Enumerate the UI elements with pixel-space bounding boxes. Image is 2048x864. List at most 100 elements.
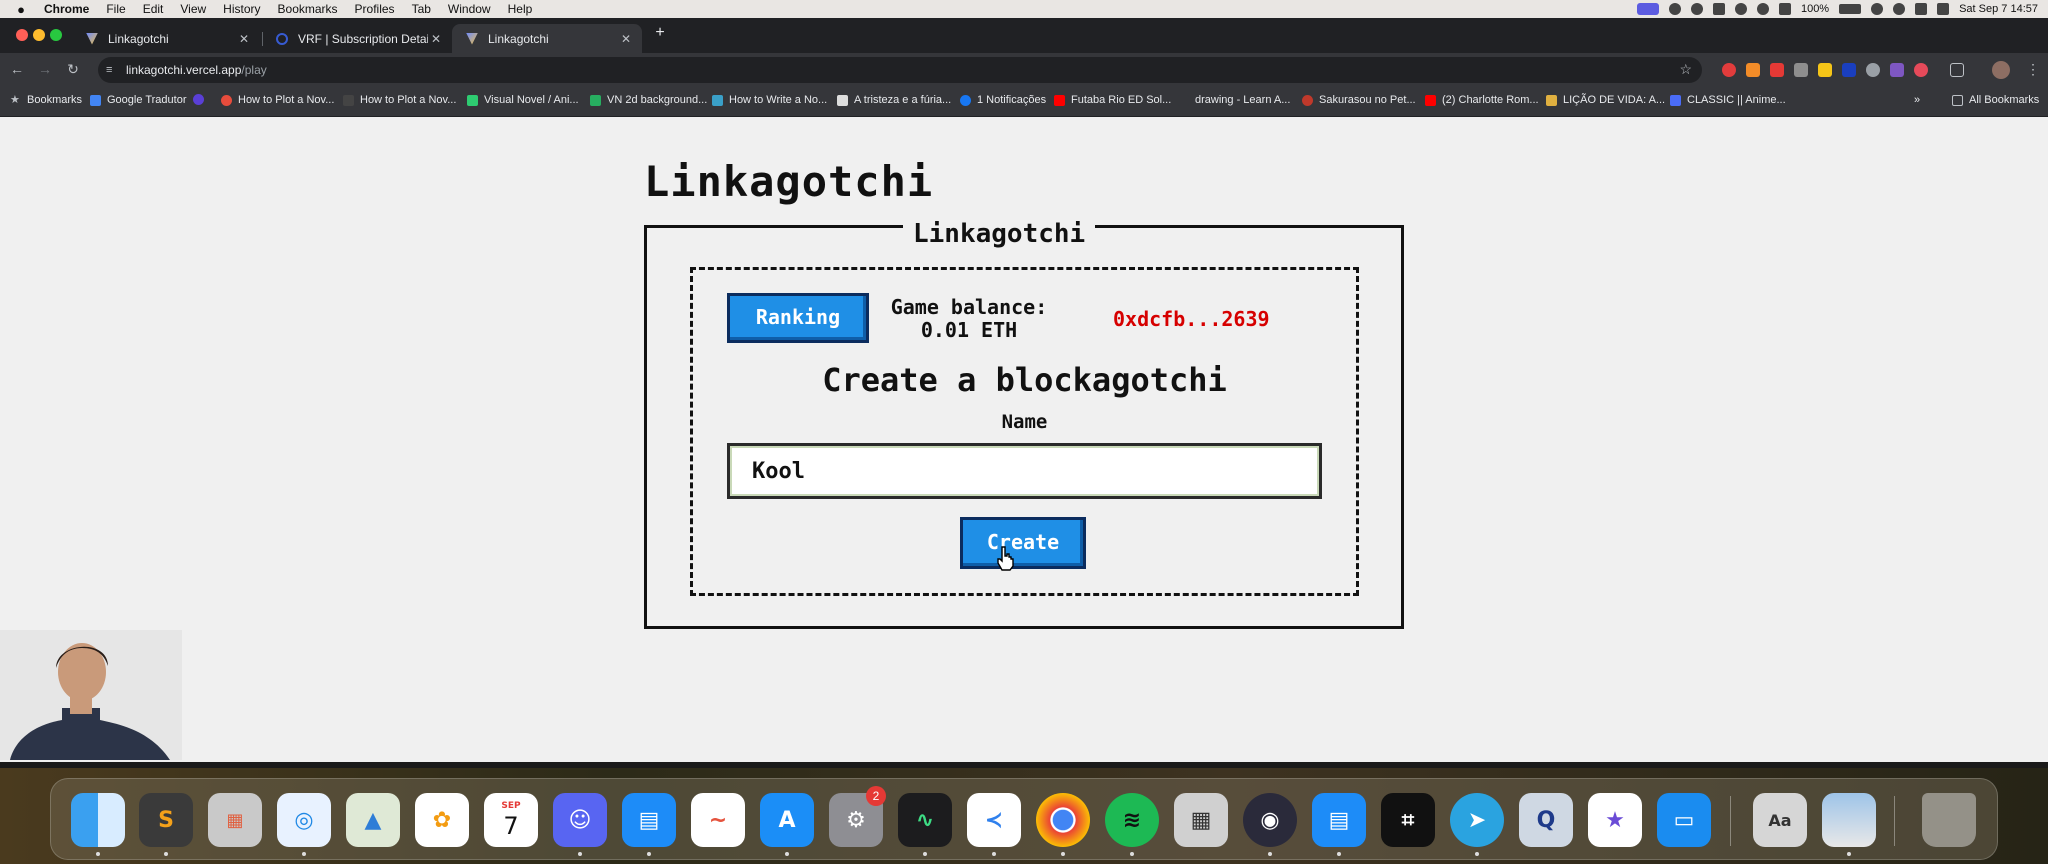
bookmark-item[interactable]: How to Plot a Nov... (221, 94, 334, 106)
bookmark-item[interactable]: Google Tradutor (90, 94, 187, 106)
chrome-icon[interactable] (1036, 793, 1090, 847)
create-button[interactable]: Create (960, 517, 1086, 569)
extension-blue-icon[interactable] (1842, 63, 1856, 77)
spotlight-icon[interactable] (1893, 3, 1906, 15)
launchpad-icon[interactable]: ▦ (208, 793, 262, 847)
maps-icon[interactable]: ▲ (346, 793, 400, 847)
chrome-menu-icon[interactable]: ⋮ (2024, 61, 2042, 78)
menu-window[interactable]: Window (448, 2, 491, 16)
trash-icon[interactable] (1922, 793, 1976, 847)
bookmark-star-icon[interactable]: ☆ (1679, 61, 1692, 78)
activity-monitor-icon[interactable]: ∿ (898, 793, 952, 847)
extension-gray-icon[interactable] (1794, 63, 1808, 77)
zoom-window-icon[interactable] (50, 29, 62, 41)
input-source-icon[interactable] (1778, 3, 1791, 15)
apple-menu-icon[interactable]: ● (14, 2, 28, 17)
sublime-text-icon[interactable]: S (139, 793, 193, 847)
extension-adblock-icon[interactable] (1722, 63, 1736, 77)
bookmark-item[interactable]: drawing - Learn A... (1178, 94, 1290, 106)
menu-clock[interactable]: Sat Sep 7 14:57 (1959, 3, 2038, 15)
bookmark-item[interactable]: LIÇÃO DE VIDA: A... (1546, 94, 1665, 106)
play-icon[interactable] (1734, 3, 1747, 15)
finder-icon[interactable] (71, 793, 125, 847)
quicktime-icon[interactable]: Q (1519, 793, 1573, 847)
wifi-icon[interactable] (1871, 3, 1884, 15)
grammarly-icon[interactable] (1690, 3, 1703, 15)
control-center-icon[interactable] (1915, 3, 1928, 15)
tab-linkagotchi-active[interactable]: Linkagotchi ✕ (452, 24, 642, 53)
obs-icon[interactable]: ◉ (1243, 793, 1297, 847)
bookmark-item[interactable]: Futaba Rio ED Sol... (1054, 94, 1171, 106)
menu-help[interactable]: Help (508, 2, 533, 16)
profile-avatar[interactable] (1992, 61, 2010, 79)
menu-edit[interactable]: Edit (143, 2, 164, 16)
docker-desktop-icon[interactable]: ▤ (1312, 793, 1366, 847)
extensions-puzzle-icon[interactable] (1950, 63, 1964, 77)
photos-icon[interactable]: ✿ (415, 793, 469, 847)
extension-red-icon[interactable] (1770, 63, 1784, 77)
bookmark-item[interactable]: VN 2d background... (590, 94, 707, 106)
imovie-icon[interactable]: ★ (1588, 793, 1642, 847)
close-window-icon[interactable] (16, 29, 28, 41)
more-bookmarks-icon[interactable]: » (1914, 94, 1920, 106)
menu-tab[interactable]: Tab (412, 2, 431, 16)
close-tab-icon[interactable]: ✕ (618, 32, 634, 46)
calculator-icon[interactable]: ▦ (1174, 793, 1228, 847)
menu-profiles[interactable]: Profiles (355, 2, 395, 16)
notification-icon[interactable] (1937, 3, 1950, 15)
extension-pink-icon[interactable] (1914, 63, 1928, 77)
tab-linkagotchi-1[interactable]: Linkagotchi ✕ (72, 24, 260, 53)
bookmark-item[interactable]: 1 Notificações (960, 94, 1046, 106)
site-info-icon[interactable]: ≡ (106, 64, 118, 76)
ranking-button[interactable]: Ranking (727, 293, 869, 343)
bookmark-item[interactable]: CLASSIC || Anime... (1670, 94, 1786, 106)
volume-icon[interactable] (1712, 3, 1725, 15)
keynote-icon[interactable]: ▭ (1657, 793, 1711, 847)
menu-file[interactable]: File (106, 2, 125, 16)
screenshot-icon[interactable]: ⌗ (1381, 793, 1435, 847)
bookmark-item[interactable]: Sakurasou no Pet... (1302, 94, 1416, 106)
spotify-icon[interactable]: ≋ (1105, 793, 1159, 847)
bookmark-item[interactable] (193, 94, 210, 105)
bookmark-item[interactable]: How to Plot a Nov... (343, 94, 456, 106)
screen-share-icon[interactable] (1636, 3, 1659, 15)
preview-icon[interactable] (1822, 793, 1876, 847)
close-tab-icon[interactable]: ✕ (428, 32, 444, 46)
bookmarks-folder[interactable]: ★ Bookmarks (10, 94, 82, 106)
app-store-icon[interactable]: A (760, 793, 814, 847)
menu-app-name[interactable]: Chrome (44, 2, 89, 16)
freeform-icon[interactable]: ~ (691, 793, 745, 847)
new-tab-icon[interactable]: + (650, 24, 670, 42)
discord-icon[interactable]: ☺ (553, 793, 607, 847)
extension-purple-icon[interactable] (1890, 63, 1904, 77)
docker-icon[interactable]: ▤ (622, 793, 676, 847)
back-icon[interactable]: ← (8, 61, 26, 77)
menu-view[interactable]: View (180, 2, 206, 16)
bookmark-item[interactable]: (2) Charlotte Rom... (1425, 94, 1539, 106)
reload-icon[interactable]: ↻ (64, 61, 82, 78)
bookmark-item[interactable]: A tristeza e a fúria... (837, 94, 951, 106)
close-tab-icon[interactable]: ✕ (236, 32, 252, 46)
wallet-address[interactable]: 0xdcfb...2639 (1113, 307, 1270, 331)
extension-whatsapp-icon[interactable] (1866, 63, 1880, 77)
calendar-icon[interactable]: SEP 7 (484, 793, 538, 847)
name-input[interactable] (727, 443, 1322, 499)
extension-metamask-icon[interactable] (1746, 63, 1760, 77)
bookmark-item[interactable]: Visual Novel / Ani... (467, 94, 579, 106)
battery-icon[interactable] (1839, 4, 1862, 14)
vscode-icon[interactable]: ≺ (967, 793, 1021, 847)
extension-yellow-icon[interactable] (1818, 63, 1832, 77)
bookmark-item[interactable]: How to Write a No... (712, 94, 827, 106)
font-book-icon[interactable]: Aa (1753, 793, 1807, 847)
forward-icon[interactable]: → (36, 61, 54, 77)
tab-vrf-subscription[interactable]: VRF | Subscription Details ✕ (262, 24, 452, 53)
creative-cloud-icon[interactable] (1668, 3, 1681, 15)
safari-icon[interactable]: ◎ (277, 793, 331, 847)
menu-history[interactable]: History (223, 2, 260, 16)
telegram-icon[interactable]: ➤ (1450, 793, 1504, 847)
address-bar[interactable]: ≡ linkagotchi.vercel.app/play ☆ (98, 57, 1702, 83)
all-bookmarks-folder[interactable]: All Bookmarks (1952, 94, 2039, 106)
menu-bookmarks[interactable]: Bookmarks (278, 2, 338, 16)
account-icon[interactable] (1756, 3, 1769, 15)
minimize-window-icon[interactable] (33, 29, 45, 41)
